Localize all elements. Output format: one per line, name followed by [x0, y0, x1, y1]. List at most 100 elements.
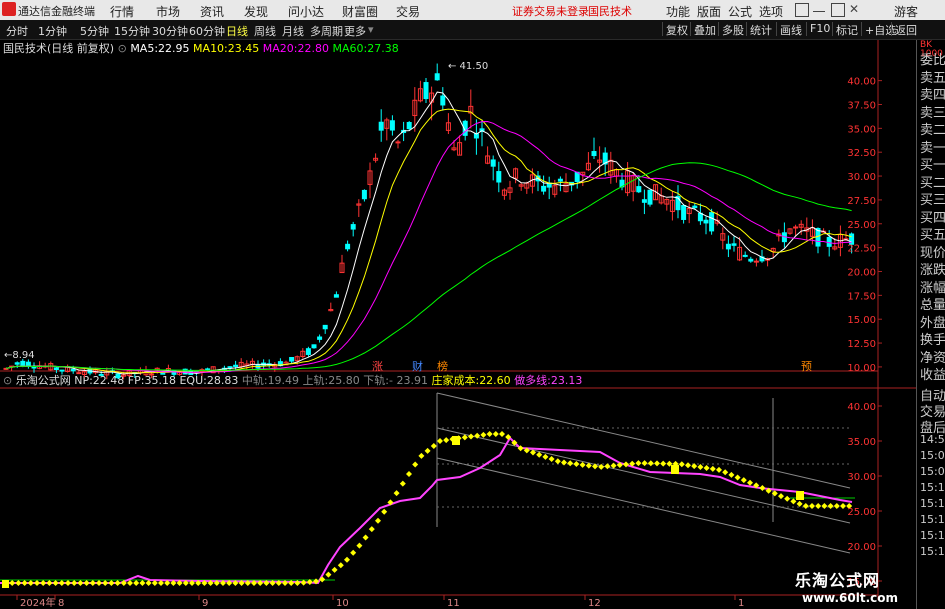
- panel-item[interactable]: 买五: [920, 224, 945, 243]
- panel-item[interactable]: 卖二: [920, 119, 945, 138]
- panel-item[interactable]: 涨跌: [920, 259, 945, 278]
- y-tick-label: 12.50: [847, 339, 876, 350]
- window-stock-name: 国民技术: [588, 5, 632, 18]
- cost-diamond: [58, 580, 65, 586]
- candle-body: [793, 226, 799, 229]
- settings-icon[interactable]: [795, 3, 809, 17]
- tool-stats[interactable]: 统计: [746, 22, 772, 37]
- period-more[interactable]: 更多: [344, 23, 366, 39]
- menu-wealth[interactable]: 财富圈: [342, 3, 378, 20]
- candle-body: [681, 205, 687, 220]
- watermark-line1: 乐淘公式网: [795, 571, 881, 590]
- panel-item[interactable]: 净资: [920, 347, 945, 366]
- period-15min[interactable]: 15分钟: [114, 23, 150, 39]
- period-60min[interactable]: 60分钟: [189, 23, 225, 39]
- period-daily[interactable]: 日线: [226, 23, 248, 39]
- watermark: 乐淘公式网 www.60lt.com: [790, 565, 916, 609]
- tool-back[interactable]: 返回: [891, 22, 917, 37]
- period-5min[interactable]: 5分钟: [80, 23, 109, 39]
- maximize-icon[interactable]: [831, 3, 845, 17]
- tool-adjust[interactable]: 复权: [662, 22, 688, 37]
- panel-time-item[interactable]: 15:00: [920, 449, 945, 462]
- more-dropdown-icon[interactable]: ▾: [368, 23, 374, 36]
- cost-diamond: [412, 461, 419, 468]
- panel-item[interactable]: 买四: [920, 207, 945, 226]
- cost-diamond: [623, 461, 629, 468]
- chart-canvas[interactable]: ← 41.50 ←8.94 涨 财榜 预 40.00 37.50 35.00 32.50 30.…: [0, 40, 916, 609]
- menu-discover[interactable]: 发现: [244, 3, 268, 20]
- panel-time-item[interactable]: 15:12: [920, 481, 945, 494]
- panel-item[interactable]: 收益: [920, 364, 945, 383]
- panel-item[interactable]: 换手: [920, 329, 945, 348]
- panel-item[interactable]: 卖三: [920, 102, 945, 121]
- panel-item[interactable]: 现价: [920, 242, 945, 261]
- cost-diamond: [21, 580, 28, 586]
- candle-body: [317, 336, 323, 340]
- candle-body: [742, 254, 748, 257]
- panel-item[interactable]: 买一: [920, 154, 945, 173]
- cost-square-marker: [671, 465, 679, 474]
- menu-function[interactable]: 功能: [666, 3, 690, 20]
- tool-f10[interactable]: F10: [806, 22, 830, 36]
- period-1min[interactable]: 1分钟: [38, 23, 67, 39]
- panel-time-item[interactable]: 15:16: [920, 529, 945, 542]
- candle-body: [440, 95, 446, 106]
- user-label[interactable]: 游客: [894, 3, 918, 20]
- panel-item[interactable]: 外盘: [920, 312, 945, 331]
- candle-body: [25, 361, 31, 367]
- y-tick-label: 25.00: [847, 220, 876, 231]
- tool-overlay[interactable]: 叠加: [690, 22, 716, 37]
- period-multi[interactable]: 多周期: [310, 23, 343, 39]
- period-30min[interactable]: 30分钟: [152, 23, 188, 39]
- menu-options[interactable]: 选项: [759, 3, 783, 20]
- panel-item[interactable]: 买二: [920, 172, 945, 191]
- x-tick-label: 9: [202, 598, 208, 609]
- menu-formula[interactable]: 公式: [728, 3, 752, 20]
- panel-item[interactable]: 买三: [920, 189, 945, 208]
- login-warning[interactable]: 证券交易未登录: [512, 3, 589, 19]
- tool-draw[interactable]: 画线: [776, 22, 802, 37]
- cost-diamond: [759, 485, 766, 492]
- panel-time-item[interactable]: 15:05: [920, 465, 945, 478]
- panel-time-item[interactable]: 15:15: [920, 513, 945, 526]
- cost-diamond: [424, 447, 431, 454]
- menu-market[interactable]: 市场: [156, 3, 180, 20]
- menu-layout[interactable]: 版面: [697, 3, 721, 20]
- menu-quotes[interactable]: 行情: [110, 3, 134, 20]
- period-weekly[interactable]: 周线: [254, 23, 276, 39]
- candle-body: [289, 357, 295, 362]
- menu-ask[interactable]: 问小达: [288, 3, 324, 20]
- sub-y-tick-label: 35.00: [847, 437, 876, 448]
- panel-time-item[interactable]: 15:17: [920, 545, 945, 558]
- cost-diamond: [331, 566, 338, 573]
- cost-diamond: [52, 580, 59, 586]
- panel-time-item[interactable]: 15:13: [920, 497, 945, 510]
- cost-diamond: [337, 562, 344, 569]
- panel-time-item[interactable]: 14:57: [920, 433, 945, 446]
- close-icon[interactable]: ✕: [849, 2, 861, 16]
- period-monthly[interactable]: 月线: [282, 23, 304, 39]
- candle-body: [490, 159, 496, 167]
- tool-mark[interactable]: 标记: [832, 22, 858, 37]
- y-tick-label: 30.00: [847, 172, 876, 183]
- period-tick[interactable]: 分时: [6, 23, 28, 39]
- menu-news[interactable]: 资讯: [200, 3, 224, 20]
- cost-diamond: [734, 474, 741, 481]
- panel-item[interactable]: 卖五: [920, 67, 945, 86]
- panel-item[interactable]: 总量: [920, 294, 945, 313]
- candle-body: [59, 369, 65, 372]
- sub-y-tick-label: 30.00: [847, 472, 876, 483]
- candle-body: [350, 224, 356, 230]
- minimize-icon[interactable]: [813, 3, 825, 12]
- tool-multistock[interactable]: 多股: [718, 22, 744, 37]
- panel-item[interactable]: 卖一: [920, 137, 945, 156]
- panel-item[interactable]: 卖四: [920, 84, 945, 103]
- panel-item[interactable]: 涨幅: [920, 277, 945, 296]
- cost-diamond: [784, 495, 791, 502]
- cost-diamond: [567, 460, 574, 467]
- candle-body: [389, 120, 395, 131]
- cost-diamond: [604, 463, 611, 470]
- menu-trade[interactable]: 交易: [396, 3, 420, 20]
- panel-item[interactable]: 委比: [920, 49, 945, 68]
- ma20-line: [5, 120, 852, 373]
